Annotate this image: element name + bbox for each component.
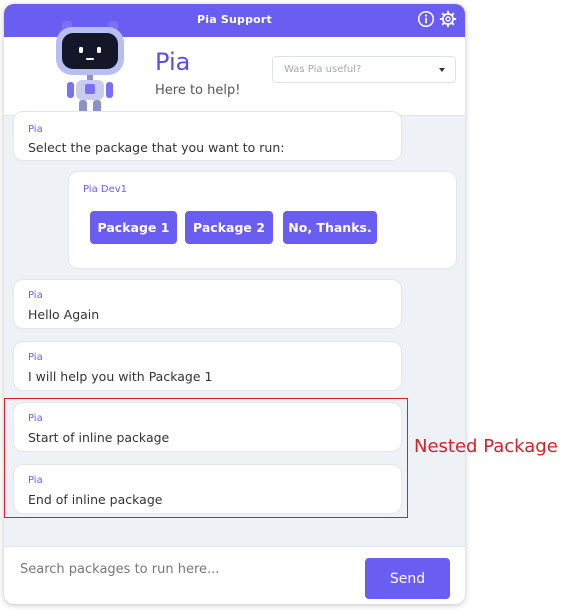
message-sender: Pia	[28, 475, 43, 486]
message-text: Hello Again	[28, 307, 100, 322]
message-text: Select the package that you want to run:	[28, 140, 285, 155]
message-sender: Pia	[28, 352, 43, 363]
nested-package-label: Nested Package	[414, 436, 558, 457]
chat-message: Pia Select the package that you want to …	[13, 111, 402, 161]
feedback-placeholder: Was Pia useful?	[284, 64, 362, 75]
package-search-input[interactable]	[18, 557, 352, 581]
message-text: Start of inline package	[28, 430, 170, 445]
feedback-select[interactable]: Was Pia useful?	[272, 56, 456, 83]
no-thanks-button[interactable]: No, Thanks.	[283, 211, 377, 244]
chat-message: Pia End of inline package	[13, 464, 402, 514]
bot-header: Pia Here to help! Was Pia useful?	[4, 21, 465, 118]
chat-message: Pia I will help you with Package 1	[13, 341, 402, 391]
chat-message: Pia Start of inline package	[13, 402, 402, 452]
composer: Send	[4, 546, 465, 604]
message-text: End of inline package	[28, 492, 163, 507]
bot-name: Pia	[155, 48, 191, 76]
chat-widget: Pia Support Pia Here to help! Was Pia us…	[4, 4, 465, 604]
message-sender: Pia Dev1	[83, 184, 128, 195]
package-2-button[interactable]: Package 2	[185, 211, 273, 244]
package-1-button[interactable]: Package 1	[90, 211, 177, 244]
chevron-down-icon	[439, 68, 445, 72]
chat-message: Pia Hello Again	[13, 279, 402, 329]
message-text: I will help you with Package 1	[28, 369, 213, 384]
bot-tagline: Here to help!	[155, 83, 241, 98]
message-sender: Pia	[28, 290, 43, 301]
send-button[interactable]: Send	[365, 558, 450, 599]
message-sender: Pia	[28, 124, 43, 135]
message-sender: Pia	[28, 413, 43, 424]
gear-icon[interactable]	[439, 10, 457, 28]
info-icon[interactable]	[417, 10, 435, 28]
robot-avatar	[56, 21, 124, 118]
